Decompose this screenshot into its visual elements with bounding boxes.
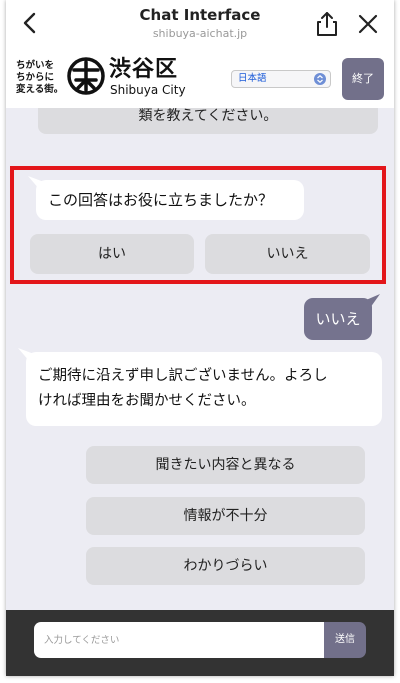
share-icon xyxy=(317,12,337,36)
browser-bar: Chat Interface shibuya-aichat.jp xyxy=(6,0,394,48)
select-arrows-icon xyxy=(314,73,326,85)
shibuya-logo-icon xyxy=(66,56,106,96)
bubble-tail-icon xyxy=(18,348,34,362)
reason-option-button[interactable]: 情報が不十分 xyxy=(86,497,365,535)
bubble-tail-icon xyxy=(366,294,380,308)
user-reply-bubble: いいえ xyxy=(304,298,372,340)
share-button[interactable] xyxy=(314,10,340,38)
phone-frame: Chat Interface shibuya-aichat.jp ちがいを ちか… xyxy=(6,0,394,676)
input-bar: 送信 xyxy=(6,610,394,676)
chat-area[interactable]: 類を教えてください。 この回答はお役に立ちましたか？ はい いいえ いいえ ご期… xyxy=(6,108,394,610)
apology-line: ければ理由をお聞かせください。 xyxy=(38,393,256,409)
apology-line: ご期待に沿えず申し訳ございません。よろし xyxy=(38,368,328,384)
close-icon xyxy=(358,14,378,34)
city-name-jp: 渋谷区 xyxy=(109,57,179,82)
language-select[interactable]: 日本語 xyxy=(231,70,331,88)
language-selected-value: 日本語 xyxy=(238,73,267,84)
send-button[interactable]: 送信 xyxy=(324,622,366,658)
end-chat-button[interactable]: 終了 xyxy=(342,58,384,100)
apology-bubble: ご期待に沿えず申し訳ございません。よろし ければ理由をお聞かせください。 xyxy=(26,352,382,426)
close-button[interactable] xyxy=(356,12,380,36)
reason-option-button[interactable]: わかりづらい xyxy=(86,547,365,585)
app-header: ちがいを ちからに 変える街。 渋谷区 Shibuya City 日本語 終了 xyxy=(6,50,394,108)
message-input[interactable] xyxy=(34,622,324,658)
previous-option-button[interactable]: 類を教えてください。 xyxy=(38,108,378,134)
city-name-en: Shibuya City xyxy=(110,83,186,97)
highlight-box xyxy=(10,166,386,284)
reason-option-button[interactable]: 聞きたい内容と異なる xyxy=(86,446,365,484)
